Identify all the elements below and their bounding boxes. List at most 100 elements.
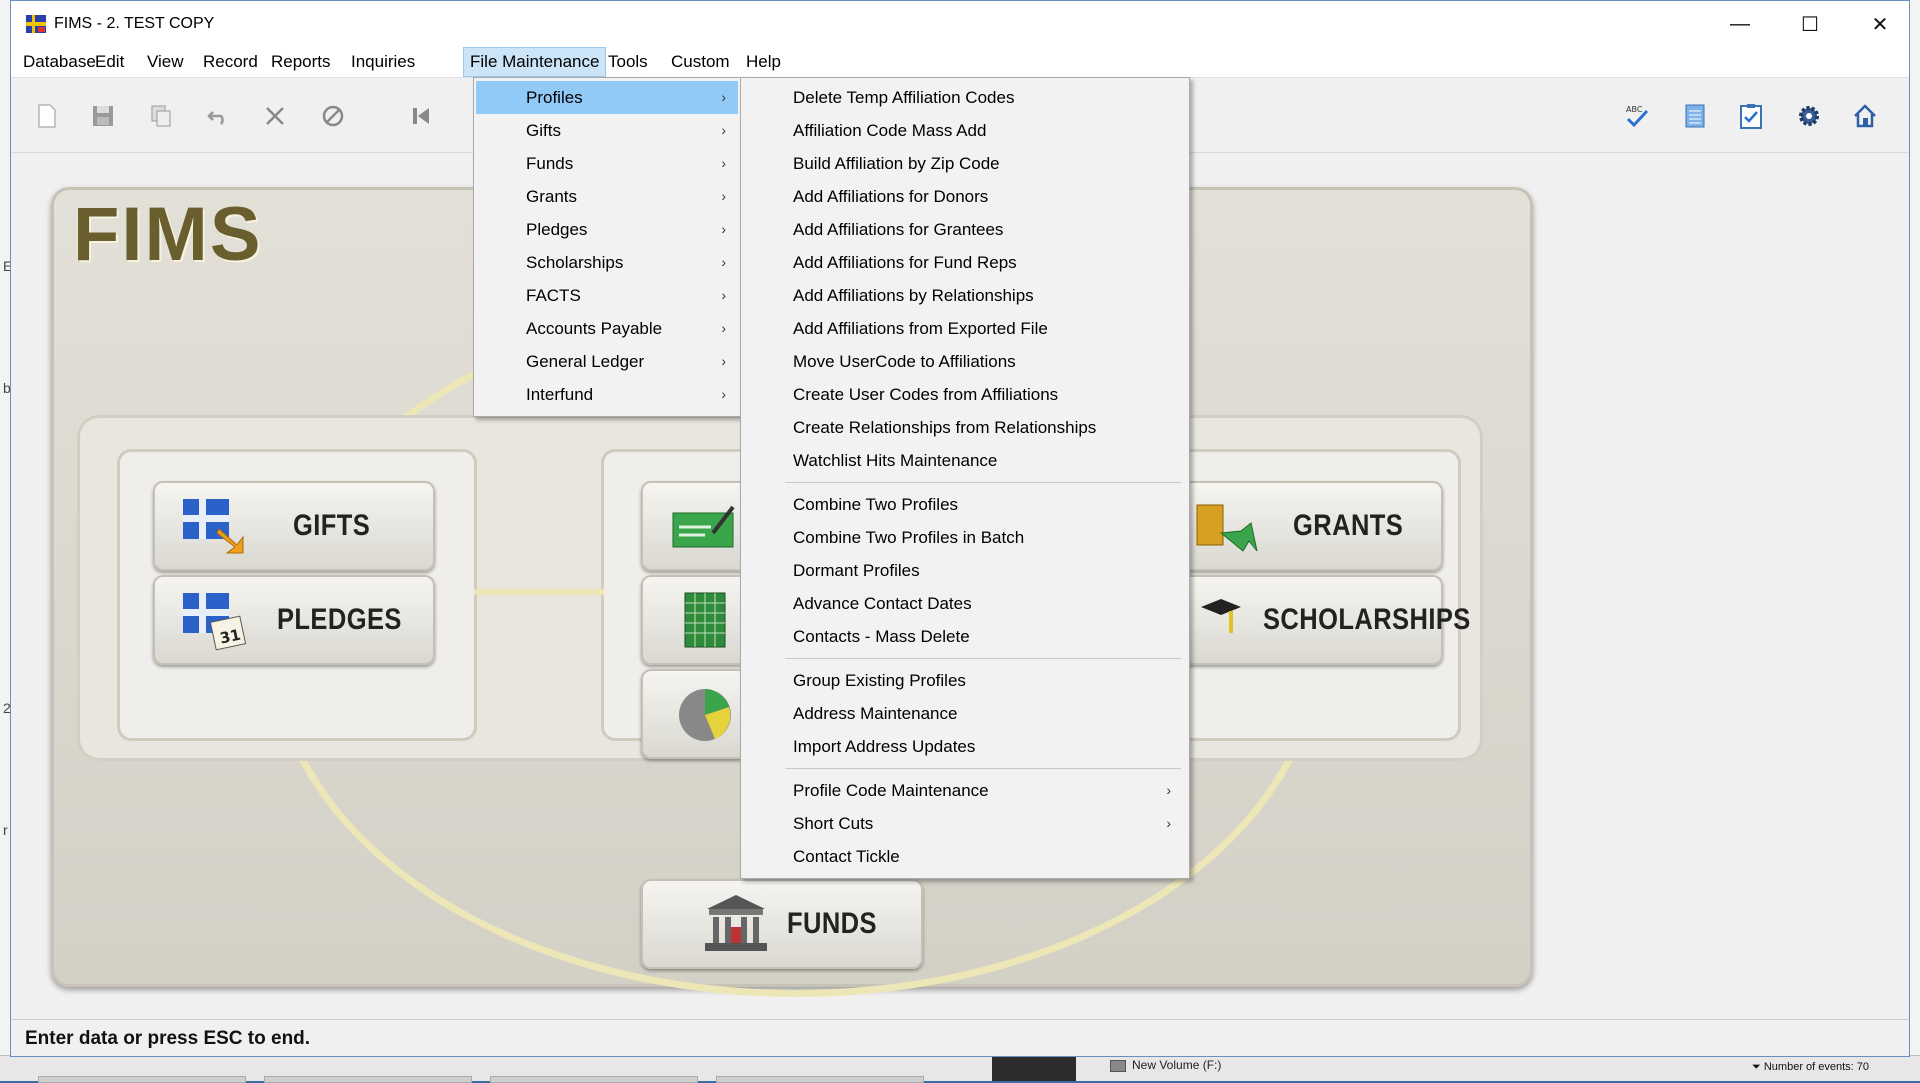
settings-gear-icon[interactable] — [1795, 102, 1823, 130]
menu-item-combine-profiles-batch[interactable]: Combine Two Profiles in Batch — [743, 521, 1185, 554]
menu-item-scholarships[interactable]: Scholarships › — [476, 246, 738, 279]
menu-item-import-address-updates[interactable]: Import Address Updates — [743, 730, 1185, 763]
scholarships-icon — [1201, 599, 1241, 633]
spell-check-icon[interactable]: ABC — [1623, 102, 1651, 130]
pledges-label: PLEDGES — [277, 603, 402, 636]
menu-item-create-user-codes[interactable]: Create User Codes from Affiliations — [743, 378, 1185, 411]
menu-item-profiles[interactable]: Profiles › — [476, 81, 738, 114]
menu-item-facts[interactable]: FACTS › — [476, 279, 738, 312]
close-icon: ✕ — [1871, 13, 1889, 36]
chevron-right-icon: › — [721, 221, 726, 237]
notepad-icon[interactable] — [1681, 102, 1709, 130]
save-icon[interactable] — [89, 102, 117, 130]
menu-reports[interactable]: Reports — [265, 47, 337, 77]
window-title: FIMS - 2. TEST COPY — [54, 15, 215, 32]
cancel-icon[interactable] — [319, 102, 347, 130]
ledger-icon — [684, 592, 726, 648]
menu-item-general-ledger[interactable]: General Ledger › — [476, 345, 738, 378]
menu-item-group-existing-profiles[interactable]: Group Existing Profiles — [743, 664, 1185, 697]
menu-item-contacts-mass-delete[interactable]: Contacts - Mass Delete — [743, 620, 1185, 653]
undo-icon[interactable] — [205, 102, 233, 130]
profiles-submenu: Delete Temp Affiliation Codes Affiliatio… — [740, 77, 1190, 879]
menu-item-create-relationships[interactable]: Create Relationships from Relationships — [743, 411, 1185, 444]
menu-item-gifts[interactable]: Gifts › — [476, 114, 738, 147]
svg-text:ABC: ABC — [1626, 105, 1643, 114]
menu-item-add-affiliations-relationships[interactable]: Add Affiliations by Relationships — [743, 279, 1185, 312]
menu-item-add-affiliations-donors[interactable]: Add Affiliations for Donors — [743, 180, 1185, 213]
menu-separator — [785, 768, 1181, 769]
menu-edit[interactable]: Edit — [89, 47, 130, 77]
first-record-icon[interactable] — [407, 102, 435, 130]
menu-item-dormant-profiles[interactable]: Dormant Profiles — [743, 554, 1185, 587]
drive-icon — [1110, 1059, 1126, 1072]
chevron-right-icon: › — [721, 155, 726, 171]
menu-item-add-affiliations-fund-reps[interactable]: Add Affiliations for Fund Reps — [743, 246, 1185, 279]
menu-file-maintenance[interactable]: File Maintenance — [463, 47, 607, 77]
menu-help[interactable]: Help — [740, 47, 787, 77]
pledges-button[interactable]: 31 PLEDGES — [153, 575, 435, 665]
status-bar: Enter data or press ESC to end. — [11, 1019, 1909, 1056]
title-bar[interactable]: FIMS - 2. TEST COPY — ☐ ✕ — [11, 1, 1909, 47]
menu-item-build-affiliation-by-zip[interactable]: Build Affiliation by Zip Code — [743, 147, 1185, 180]
menu-item-affiliation-code-mass-add[interactable]: Affiliation Code Mass Add — [743, 114, 1185, 147]
menu-item-accounts-payable[interactable]: Accounts Payable › — [476, 312, 738, 345]
menu-view[interactable]: View — [141, 47, 190, 77]
menu-item-combine-two-profiles[interactable]: Combine Two Profiles — [743, 488, 1185, 521]
funds-icon — [705, 895, 767, 951]
scholarships-label: SCHOLARSHIPS — [1263, 603, 1471, 636]
checklist-icon[interactable] — [1737, 102, 1765, 130]
menu-item-profile-code-maintenance[interactable]: Profile Code Maintenance › — [743, 774, 1185, 807]
menu-inquiries[interactable]: Inquiries — [345, 47, 421, 77]
gifts-label: GIFTS — [293, 509, 371, 542]
chevron-right-icon: › — [1166, 815, 1171, 831]
gifts-button[interactable]: GIFTS — [153, 481, 435, 571]
events-count: ⏷ Number of events: 70 — [1752, 1061, 1870, 1073]
menu-item-grants[interactable]: Grants › — [476, 180, 738, 213]
menu-custom[interactable]: Custom — [665, 47, 736, 77]
grants-icon — [1196, 504, 1258, 552]
new-document-icon[interactable] — [33, 102, 61, 130]
home-icon[interactable] — [1851, 102, 1879, 130]
menu-item-short-cuts[interactable]: Short Cuts › — [743, 807, 1185, 840]
chevron-right-icon: › — [721, 287, 726, 303]
chevron-right-icon: › — [721, 122, 726, 138]
scholarships-button[interactable]: SCHOLARSHIPS — [1165, 575, 1470, 665]
minimize-button[interactable]: — — [1705, 1, 1775, 47]
menu-item-watchlist-hits[interactable]: Watchlist Hits Maintenance — [743, 444, 1185, 477]
menu-item-pledges[interactable]: Pledges › — [476, 213, 738, 246]
menu-item-interfund[interactable]: Interfund › — [476, 378, 738, 411]
taskbar: New Volume (F:) ⏷ Number of events: 70 — [0, 1055, 1920, 1083]
menu-item-move-usercode[interactable]: Move UserCode to Affiliations — [743, 345, 1185, 378]
maximize-icon: ☐ — [1801, 13, 1819, 36]
close-button[interactable]: ✕ — [1845, 1, 1915, 47]
menu-item-address-maintenance[interactable]: Address Maintenance — [743, 697, 1185, 730]
chevron-right-icon: › — [721, 386, 726, 402]
gifts-icon — [183, 499, 244, 554]
menu-item-add-affiliations-exported-file[interactable]: Add Affiliations from Exported File — [743, 312, 1185, 345]
delete-icon[interactable] — [261, 102, 289, 130]
chevron-right-icon: › — [1166, 782, 1171, 798]
chevron-right-icon: › — [721, 89, 726, 105]
menu-item-add-affiliations-grantees[interactable]: Add Affiliations for Grantees — [743, 213, 1185, 246]
grants-button[interactable]: GRANTS — [1165, 481, 1443, 571]
menu-item-advance-contact-dates[interactable]: Advance Contact Dates — [743, 587, 1185, 620]
menu-item-funds[interactable]: Funds › — [476, 147, 738, 180]
menu-item-contact-tickle[interactable]: Contact Tickle — [743, 840, 1185, 873]
funds-label: FUNDS — [787, 907, 877, 940]
drive-item[interactable]: New Volume (F:) — [1110, 1058, 1221, 1072]
status-message: Enter data or press ESC to end. — [25, 1028, 311, 1049]
chevron-right-icon: › — [721, 353, 726, 369]
pie-chart-icon — [679, 689, 731, 741]
copy-icon[interactable] — [147, 102, 175, 130]
menu-record[interactable]: Record — [197, 47, 264, 77]
funds-button[interactable]: FUNDS — [641, 879, 923, 969]
file-maintenance-menu: Profiles › Gifts › Funds › Grants › Pledges ›… — [473, 77, 743, 417]
chevron-right-icon: › — [721, 254, 726, 270]
menu-item-delete-temp-affiliation-codes[interactable]: Delete Temp Affiliation Codes — [743, 81, 1185, 114]
maximize-button[interactable]: ☐ — [1775, 1, 1845, 47]
taskbar-dark-segment — [992, 1056, 1076, 1081]
chevron-right-icon: › — [721, 188, 726, 204]
minimize-icon: — — [1730, 12, 1750, 35]
fims-logo: FIMS — [73, 192, 263, 277]
menu-tools[interactable]: Tools — [602, 47, 654, 77]
